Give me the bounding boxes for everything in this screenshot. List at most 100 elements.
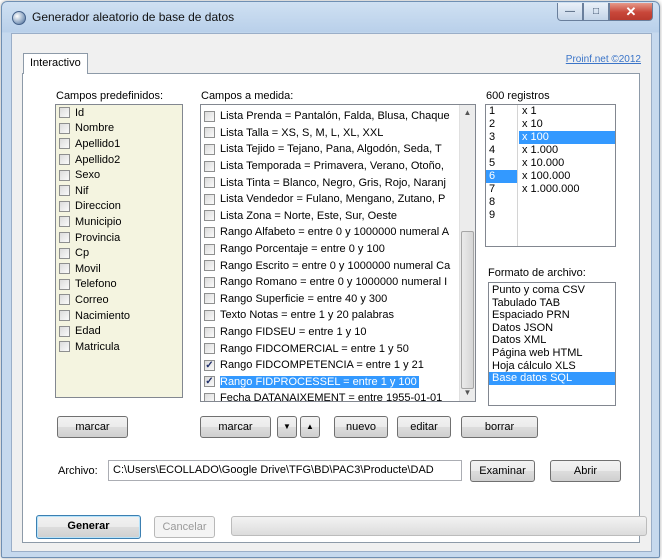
checkbox[interactable] (204, 309, 215, 321)
records-number-item[interactable]: 4 (486, 144, 517, 157)
custom-field-item[interactable]: Rango Romano = entre 0 y 1000000 numeral… (201, 274, 459, 291)
checkbox[interactable] (59, 200, 70, 212)
checkbox[interactable] (59, 232, 70, 244)
records-number-item[interactable]: 3 (486, 131, 517, 144)
file-format-item[interactable]: Datos XML (489, 334, 615, 347)
checkbox[interactable] (204, 193, 215, 205)
records-number-item[interactable]: 1 (486, 105, 517, 118)
custom-field-item[interactable]: Rango FIDSEU = entre 1 y 10 (201, 324, 459, 341)
records-multiplier-item[interactable]: x 10 (519, 118, 615, 131)
checkbox[interactable] (204, 260, 215, 272)
file-format-item[interactable]: Punto y coma CSV (489, 284, 615, 297)
predefined-field-item[interactable]: Nif (56, 183, 182, 199)
browse-button[interactable]: Examinar (470, 460, 535, 482)
checkbox[interactable] (204, 143, 215, 155)
checkbox[interactable] (59, 169, 70, 181)
mark-custom-button[interactable]: marcar (200, 416, 271, 438)
custom-field-item[interactable]: Texto Notas = entre 1 y 20 palabras (201, 307, 459, 324)
custom-field-item[interactable]: Lista Prenda = Pantalón, Falda, Blusa, C… (201, 108, 459, 125)
checkbox[interactable] (204, 210, 215, 222)
title-bar[interactable]: Generador aleatorio de base de datos — □… (2, 2, 659, 33)
checkbox[interactable] (59, 325, 70, 337)
records-multiplier-item[interactable]: x 1.000.000 (519, 183, 615, 196)
records-multiplier-item[interactable]: x 10.000 (519, 157, 615, 170)
move-up-button[interactable]: ▲ (300, 416, 320, 438)
edit-field-button[interactable]: editar (397, 416, 451, 438)
scroll-up-arrow-icon[interactable]: ▲ (460, 105, 475, 121)
mark-predefined-button[interactable]: marcar (57, 416, 128, 438)
scroll-down-arrow-icon[interactable]: ▼ (460, 385, 475, 401)
checkbox[interactable] (59, 341, 70, 353)
checkbox[interactable] (204, 110, 215, 122)
file-format-item[interactable]: Página web HTML (489, 347, 615, 360)
predefined-field-item[interactable]: Id (56, 105, 182, 121)
predefined-field-item[interactable]: Correo (56, 292, 182, 308)
custom-field-item[interactable]: Lista Tejido = Tejano, Pana, Algodón, Se… (201, 141, 459, 158)
custom-field-item[interactable]: Rango Alfabeto = entre 0 y 1000000 numer… (201, 224, 459, 241)
custom-field-item[interactable]: Rango FIDCOMPETENCIA = entre 1 y 21 (201, 357, 459, 374)
checkbox[interactable] (204, 293, 215, 305)
checkbox[interactable] (204, 177, 215, 189)
custom-field-item[interactable]: Rango FIDPROCESSEL = entre 1 y 100 (201, 374, 459, 391)
file-path-input[interactable]: C:\Users\ECOLLADO\Google Drive\TFG\BD\PA… (108, 460, 462, 481)
custom-field-item[interactable]: Rango Porcentaje = entre 0 y 100 (201, 241, 459, 258)
predefined-field-item[interactable]: Cp (56, 245, 182, 261)
checkbox[interactable] (204, 127, 215, 139)
cancel-button[interactable]: Cancelar (154, 516, 215, 538)
records-number-item[interactable]: 6 (486, 170, 517, 183)
custom-field-item[interactable]: Rango FIDCOMERCIAL = entre 1 y 50 (201, 340, 459, 357)
records-number-list[interactable]: 123456789 (486, 105, 518, 246)
checkbox[interactable] (59, 107, 70, 119)
predefined-field-item[interactable]: Provincia (56, 230, 182, 246)
records-multiplier-item[interactable]: x 100.000 (519, 170, 615, 183)
custom-fields-list[interactable]: Lista Prenda = Pantalón, Falda, Blusa, C… (200, 104, 476, 402)
checkbox[interactable] (59, 185, 70, 197)
predefined-field-item[interactable]: Nombre (56, 121, 182, 137)
checkbox[interactable] (59, 122, 70, 134)
maximize-button[interactable]: □ (583, 3, 609, 21)
custom-field-item[interactable]: Rango Escrito = entre 0 y 1000000 numera… (201, 257, 459, 274)
custom-field-item[interactable]: Fecha DATANAIXEMENT = entre 1955-01-01 (201, 390, 459, 401)
predefined-field-item[interactable]: Apellido2 (56, 152, 182, 168)
checkbox[interactable] (59, 310, 70, 322)
predefined-field-item[interactable]: Telefono (56, 277, 182, 293)
records-multiplier-item[interactable]: x 1.000 (519, 144, 615, 157)
records-multiplier-item[interactable]: x 100 (519, 131, 615, 144)
open-button[interactable]: Abrir (550, 460, 621, 482)
file-format-item[interactable]: Espaciado PRN (489, 309, 615, 322)
checkbox[interactable] (59, 216, 70, 228)
predefined-field-item[interactable]: Municipio (56, 214, 182, 230)
predefined-field-item[interactable]: Movil (56, 261, 182, 277)
custom-field-item[interactable]: Lista Zona = Norte, Este, Sur, Oeste (201, 208, 459, 225)
checkbox[interactable] (204, 392, 215, 401)
file-format-item[interactable]: Tabulado TAB (489, 297, 615, 310)
close-button[interactable]: ✕ (609, 3, 653, 21)
file-format-item[interactable]: Datos JSON (489, 322, 615, 335)
records-number-item[interactable]: 2 (486, 118, 517, 131)
predefined-field-item[interactable]: Matricula (56, 339, 182, 355)
tab-interactivo[interactable]: Interactivo (23, 53, 88, 74)
checkbox[interactable] (204, 243, 215, 255)
predefined-field-item[interactable]: Direccion (56, 199, 182, 215)
checkbox[interactable] (59, 247, 70, 259)
credit-link[interactable]: Proinf.net ©2012 (566, 54, 641, 65)
checkbox[interactable] (204, 326, 215, 338)
records-number-item[interactable]: 9 (486, 209, 517, 222)
checkbox[interactable] (204, 343, 215, 355)
custom-field-item[interactable]: Lista Temporada = Primavera, Verano, Oto… (201, 158, 459, 175)
move-down-button[interactable]: ▼ (277, 416, 297, 438)
predefined-field-item[interactable]: Sexo (56, 167, 182, 183)
file-format-item[interactable]: Hoja cálculo XLS (489, 360, 615, 373)
custom-field-item[interactable]: Lista Talla = XS, S, M, L, XL, XXL (201, 125, 459, 142)
records-number-item[interactable]: 8 (486, 196, 517, 209)
checkbox[interactable] (204, 276, 215, 288)
generate-button[interactable]: Generar (36, 515, 141, 539)
delete-field-button[interactable]: borrar (461, 416, 538, 438)
file-format-item[interactable]: Base datos SQL (489, 372, 615, 385)
minimize-button[interactable]: — (557, 3, 583, 21)
custom-field-item[interactable]: Lista Tinta = Blanco, Negro, Gris, Rojo,… (201, 174, 459, 191)
checkbox[interactable] (204, 376, 215, 388)
checkbox[interactable] (204, 359, 215, 371)
checkbox[interactable] (59, 154, 70, 166)
custom-field-item[interactable]: Lista Vendedor = Fulano, Mengano, Zutano… (201, 191, 459, 208)
